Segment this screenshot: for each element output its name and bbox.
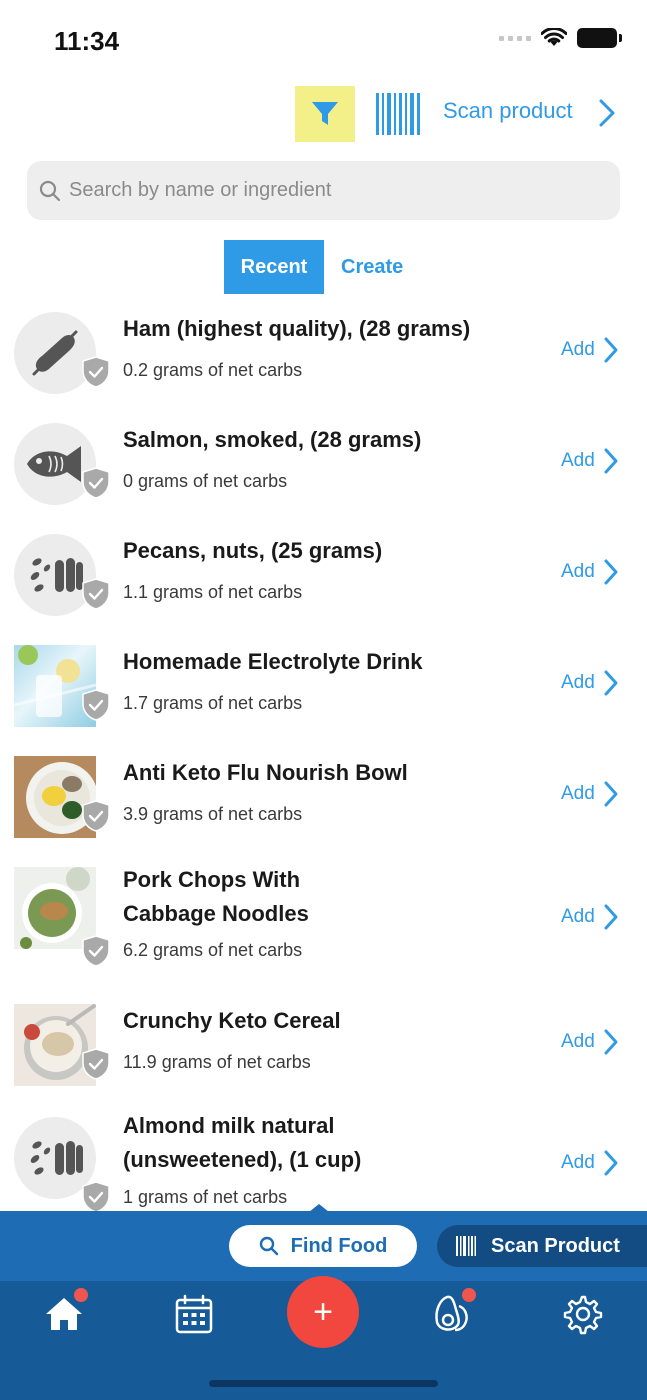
add-button[interactable]: Add (561, 336, 619, 364)
calendar-tab[interactable] (172, 1292, 216, 1336)
wifi-icon (541, 28, 567, 46)
barcode-button[interactable] (375, 90, 421, 138)
chevron-right-icon (604, 337, 618, 363)
add-label: Add (561, 1152, 595, 1173)
gear-icon (563, 1295, 603, 1335)
add-label: Add (561, 672, 595, 693)
add-button[interactable]: Add (561, 669, 619, 697)
food-net-carbs: 11.9 grams of net carbs (123, 1052, 311, 1072)
notification-badge (462, 1288, 476, 1302)
food-title: Crunchy Keto Cereal (123, 1008, 341, 1033)
food-title: Ham (highest quality), (28 grams) (123, 316, 471, 341)
add-button[interactable]: Add (561, 558, 619, 586)
barcode-icon (456, 1236, 476, 1256)
chevron-right-icon (604, 904, 618, 930)
settings-tab[interactable] (560, 1292, 604, 1336)
chevron-right-icon (604, 448, 618, 474)
add-label: Add (561, 906, 595, 927)
food-net-carbs: 0 grams of net carbs (123, 471, 288, 491)
food-net-carbs: 1.7 grams of net carbs (123, 693, 303, 713)
list-item[interactable]: Anti Keto Flu Nourish Bowl 3.9 grams of … (0, 744, 647, 854)
list-item[interactable]: Crunchy Keto Cereal 11.9 grams of net ca… (0, 992, 647, 1102)
chevron-right-icon (604, 1029, 618, 1055)
food-net-carbs: 1.1 grams of net carbs (123, 582, 303, 602)
search-bar[interactable] (27, 161, 620, 220)
filter-button[interactable] (295, 86, 355, 142)
add-label: Add (561, 783, 595, 804)
verified-shield-icon (82, 467, 110, 499)
food-title: Almond milk natural (unsweetened), (1 cu… (123, 1113, 362, 1172)
scan-product-label: Scan Product (491, 1234, 620, 1257)
list-item[interactable]: Salmon, smoked, (28 grams) 0 grams of ne… (0, 411, 647, 521)
add-entry-button[interactable]: + (287, 1276, 359, 1348)
top-toolbar: Scan product (0, 86, 647, 142)
verified-shield-icon (82, 689, 110, 721)
battery-icon (577, 28, 622, 48)
food-title: Pork Chops With Cabbage Noodles (123, 867, 309, 926)
notification-badge (74, 1288, 88, 1302)
verified-shield-icon (82, 935, 110, 967)
verified-shield-icon (82, 356, 110, 388)
tab-recent[interactable]: Recent (224, 240, 324, 294)
status-time: 11:34 (54, 26, 120, 56)
barcode-icon (376, 93, 420, 135)
add-button[interactable]: Add (561, 903, 619, 931)
scan-product-button[interactable]: Scan Product (437, 1225, 647, 1267)
status-bar: 11:34 (0, 0, 647, 80)
calendar-icon (175, 1294, 213, 1334)
signal-icon (499, 35, 531, 41)
search-icon (259, 1236, 278, 1256)
chevron-right-icon[interactable] (597, 98, 617, 128)
chevron-right-icon (604, 1150, 618, 1176)
home-tab[interactable] (42, 1288, 88, 1336)
verified-shield-icon (82, 578, 110, 610)
chevron-right-icon (604, 781, 618, 807)
find-food-label: Find Food (290, 1234, 388, 1257)
segment-tabs: Recent Create (224, 240, 403, 294)
diet-tab[interactable] (430, 1288, 476, 1336)
search-input[interactable] (69, 179, 589, 202)
add-button[interactable]: Add (561, 780, 619, 808)
food-net-carbs: 6.2 grams of net carbs (123, 940, 303, 960)
food-title: Salmon, smoked, (28 grams) (123, 427, 422, 452)
status-icons (499, 28, 622, 48)
list-item[interactable]: Ham (highest quality), (28 grams) 0.2 gr… (0, 300, 647, 410)
home-indicator (209, 1380, 438, 1387)
add-button[interactable]: Add (561, 1028, 619, 1056)
verified-shield-icon (82, 1181, 110, 1213)
search-icon (39, 180, 61, 201)
chevron-right-icon (604, 670, 618, 696)
tab-create[interactable]: Create (324, 240, 403, 294)
find-food-button[interactable]: Find Food (229, 1225, 417, 1267)
list-item[interactable]: Pecans, nuts, (25 grams) 1.1 grams of ne… (0, 522, 647, 632)
food-net-carbs: 3.9 grams of net carbs (123, 804, 303, 824)
chevron-right-icon (604, 559, 618, 585)
add-label: Add (561, 450, 595, 471)
add-label: Add (561, 1031, 595, 1052)
filter-icon (312, 102, 338, 125)
list-item[interactable]: Homemade Electrolyte Drink 1.7 grams of … (0, 633, 647, 743)
list-item[interactable]: Pork Chops With Cabbage Noodles 6.2 gram… (0, 855, 647, 991)
food-title: Anti Keto Flu Nourish Bowl (123, 760, 408, 785)
verified-shield-icon (82, 800, 110, 832)
add-button[interactable]: Add (561, 447, 619, 475)
add-label: Add (561, 339, 595, 360)
add-button[interactable]: Add (561, 1149, 619, 1177)
verified-shield-icon (82, 1048, 110, 1080)
food-net-carbs: 1 grams of net carbs (123, 1187, 288, 1207)
food-net-carbs: 0.2 grams of net carbs (123, 360, 303, 380)
food-title: Pecans, nuts, (25 grams) (123, 538, 383, 563)
scan-product-link[interactable]: Scan product (443, 98, 573, 124)
add-label: Add (561, 561, 595, 582)
food-title: Homemade Electrolyte Drink (123, 649, 423, 674)
